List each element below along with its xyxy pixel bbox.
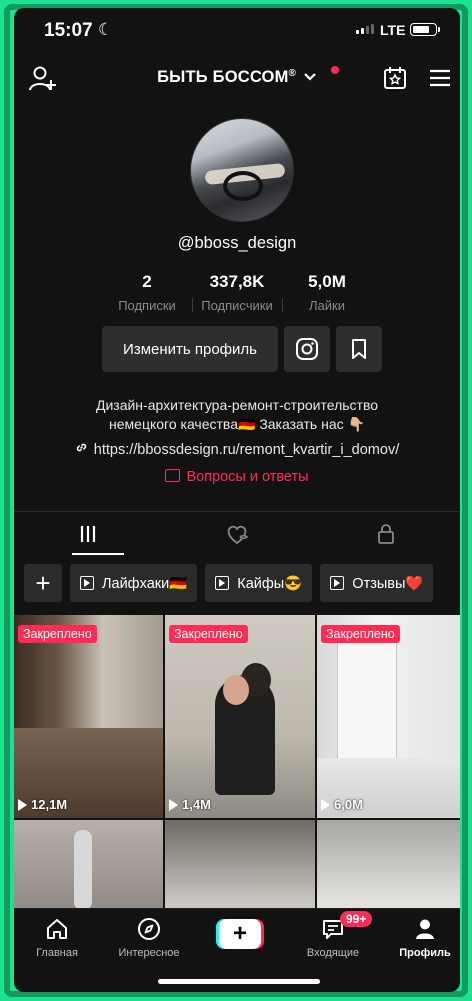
following-stat[interactable]: 2 Подписки [102,272,192,322]
signal-icon [356,24,374,34]
registered-mark: ® [288,68,297,79]
playlists-row: + Лайфхаки🇩🇪 Кайфы😎 Отзывы❤️ [24,564,452,604]
playlist-chip[interactable]: Кайфы😎 [205,564,313,602]
view-count: 12,1M [18,797,67,812]
liked-hidden-icon [227,525,249,544]
status-time: 15:07 [44,20,93,41]
playlist-label: Кайфы😎 [237,575,303,592]
username: @bboss_design [177,234,297,252]
qa-link[interactable]: Вопросы и ответы [14,469,460,485]
inbox-badge: 99+ [340,911,373,927]
nav-profile[interactable]: Профиль [380,915,460,959]
following-count: 2 [142,272,152,291]
account-name: БЫТЬ БОССОМ [157,68,289,86]
profile-actions: Изменить профиль [102,326,382,372]
playlist-icon [215,576,230,590]
pinned-badge: Закреплено [18,625,97,643]
profile-icon [416,919,434,939]
menu-icon[interactable] [428,68,452,88]
play-icon [169,798,178,811]
bookmark-icon [352,339,366,359]
add-playlist-button[interactable]: + [24,564,62,602]
question-icon [165,469,181,482]
bio-line: немецкого качества🇩🇪 Заказать нас 👇🏼 [109,416,365,432]
do-not-disturb-icon: ☾ [98,20,114,39]
plus-icon: + [219,919,261,949]
edit-profile-button[interactable]: Изменить профиль [102,326,278,372]
create-button[interactable]: + [216,919,264,949]
followers-count: 337,8K [209,272,265,291]
followers-label: Подписчики [201,298,273,313]
followers-stat[interactable]: 337,8K Подписчики [192,272,282,322]
compass-icon [138,918,160,940]
chevron-down-icon [304,73,316,81]
bio-line: Дизайн-архитектура-ремонт-строительство [95,397,379,413]
network-label: LTE [380,22,406,38]
nav-inbox-label: Входящие [306,947,360,959]
qa-label: Вопросы и ответы [186,469,309,485]
pinned-badge: Закреплено [321,625,400,643]
video-thumbnail[interactable]: Закреплено 12,1M [14,615,163,818]
tab-liked[interactable] [163,512,312,555]
playlist-chip[interactable]: Лайфхаки🇩🇪 [70,564,198,602]
instagram-icon [296,338,318,360]
tab-private[interactable] [311,512,460,555]
notification-dot [331,66,339,74]
phone-screen: 15:07 ☾ LTE БЫТЬ БОССОМ® @bboss_design 2… [14,8,460,992]
pinned-badge: Закреплено [169,625,248,643]
profile-header: БЫТЬ БОССОМ® [14,60,460,100]
likes-count: 5,0M [308,272,346,291]
view-count: 6,0M [321,797,363,812]
content-tabs [14,511,460,555]
playlist-label: Отзывы❤️ [352,575,424,592]
bio: Дизайн-архитектура-ремонт-строительство … [14,396,460,434]
video-thumbnail[interactable]: Закреплено 6,0M [317,615,460,818]
likes-stat[interactable]: 5,0M Лайки [282,272,372,322]
battery-icon [410,23,440,36]
nav-discover[interactable]: Интересное [104,915,194,959]
bio-link[interactable]: https://bbossdesign.ru/remont_kvartir_i_… [14,441,460,458]
playlist-chip[interactable]: Отзывы❤️ [320,564,434,602]
lock-icon [377,523,394,544]
tab-videos[interactable] [14,512,163,555]
playlist-icon [330,576,345,590]
play-icon [321,798,330,811]
playlist-icon [80,576,94,590]
nav-home-label: Главная [36,947,78,959]
instagram-button[interactable] [284,326,330,372]
avatar[interactable] [190,118,294,222]
status-bar: 15:07 ☾ LTE [14,8,460,52]
following-label: Подписки [118,298,176,313]
nav-home[interactable]: Главная [14,915,102,959]
grid-icon [81,525,96,542]
creator-tools-icon[interactable] [382,65,408,91]
nav-discover-label: Интересное [118,947,180,959]
likes-label: Лайки [309,298,345,313]
favorites-button[interactable] [336,326,382,372]
home-indicator [158,979,320,984]
bottom-nav: Главная Интересное + Входящие 99+ Профил… [14,908,460,992]
play-icon [18,798,27,811]
link-icon [76,443,86,452]
video-thumbnail[interactable]: Закреплено 1,4M [165,615,315,818]
playlist-label: Лайфхаки🇩🇪 [102,575,188,592]
nav-profile-label: Профиль [399,947,451,959]
profile-stats: 2 Подписки 337,8K Подписчики 5,0M Лайки [102,272,372,322]
home-icon [47,919,67,939]
link-url: https://bbossdesign.ru/remont_kvartir_i_… [93,442,400,458]
view-count: 1,4M [169,797,211,812]
